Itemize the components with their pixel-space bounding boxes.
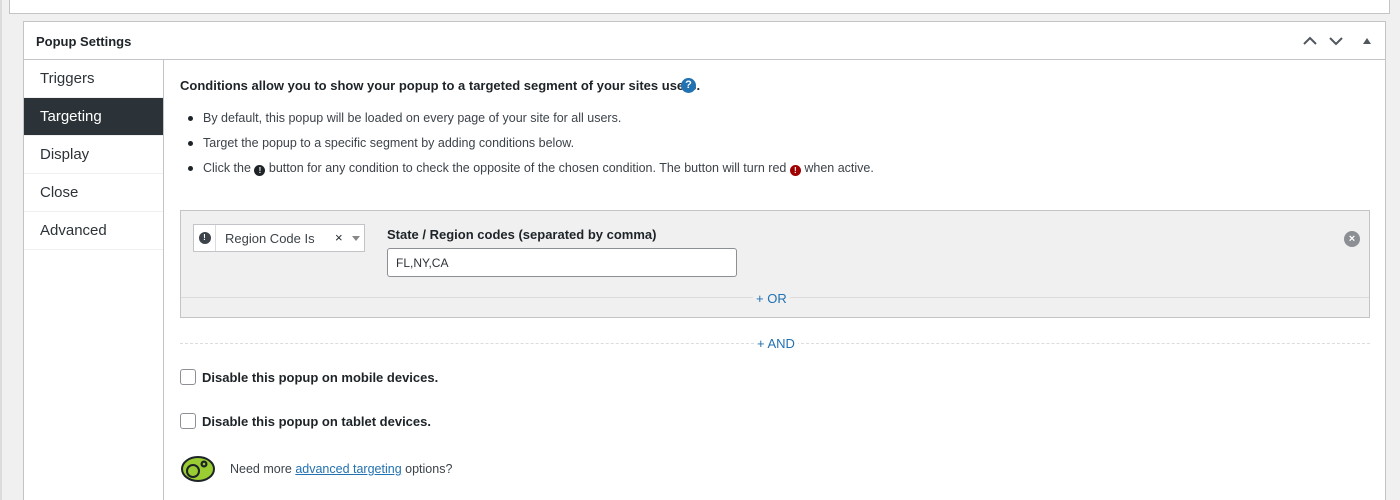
disable-tablet-option[interactable]: Disable this popup on tablet devices. <box>180 413 431 429</box>
upsell-text: Need more advanced targeting options? <box>230 462 453 476</box>
tab-close[interactable]: Close <box>24 174 163 212</box>
disable-mobile-label: Disable this popup on mobile devices. <box>202 369 439 385</box>
move-down-button[interactable] <box>1326 31 1346 51</box>
tab-targeting[interactable]: Targeting <box>24 98 163 136</box>
condition-select[interactable]: ! Region Code Is × <box>193 224 365 252</box>
disable-mobile-option[interactable]: Disable this popup on mobile devices. <box>180 369 438 385</box>
disable-mobile-checkbox[interactable] <box>180 369 196 385</box>
region-codes-label: State / Region codes (separated by comma… <box>387 227 657 242</box>
popup-settings-panel: Popup Settings Triggers Targeting Displa… <box>23 21 1386 500</box>
panel-title: Popup Settings <box>36 34 132 49</box>
condition-group: ! Region Code Is × State / Region codes … <box>180 210 1370 318</box>
chevron-down-icon <box>1329 37 1343 46</box>
add-or-condition-link[interactable]: + OR <box>753 291 790 306</box>
region-codes-input[interactable] <box>387 248 737 277</box>
add-and-condition-link[interactable]: + AND <box>754 336 798 351</box>
previous-metabox <box>9 0 1390 14</box>
list-item: Target the popup to a specific segment b… <box>188 135 874 160</box>
move-up-button[interactable] <box>1300 31 1320 51</box>
not-operand-icon: ! <box>254 165 266 176</box>
gear-bot-logo-icon <box>181 456 215 482</box>
targeting-instructions: By default, this popup will be loaded on… <box>188 110 874 185</box>
question-circle-icon[interactable]: ? <box>681 78 696 93</box>
list-item: By default, this popup will be loaded on… <box>188 110 874 135</box>
tab-display[interactable]: Display <box>24 136 163 174</box>
not-operand-toggle[interactable]: ! <box>194 225 216 251</box>
condition-selected-value: Region Code Is <box>225 231 315 246</box>
disable-tablet-label: Disable this popup on tablet devices. <box>202 413 431 429</box>
toggle-panel-button[interactable] <box>1357 31 1377 51</box>
caret-down-icon[interactable] <box>352 236 360 241</box>
remove-condition-icon[interactable]: × <box>1344 231 1360 247</box>
not-operand-active-icon: ! <box>789 165 801 176</box>
upsell-row: Need more advanced targeting options? <box>180 454 452 484</box>
collapse-triangle-icon <box>1363 38 1371 44</box>
advanced-targeting-link[interactable]: advanced targeting <box>295 462 401 476</box>
exclamation-icon: ! <box>198 232 211 244</box>
tab-triggers[interactable]: Triggers <box>24 60 163 98</box>
list-item: Click the ! button for any condition to … <box>188 160 874 185</box>
chevron-up-icon <box>1303 36 1317 45</box>
clear-selection-icon[interactable]: × <box>335 230 343 245</box>
panel-header: Popup Settings <box>24 22 1385 60</box>
disable-tablet-checkbox[interactable] <box>180 413 196 429</box>
targeting-intro: Conditions allow you to show your popup … <box>180 78 701 93</box>
settings-tabs: Triggers Targeting Display Close Advance… <box>24 60 164 500</box>
tab-advanced[interactable]: Advanced <box>24 212 163 250</box>
page-left-edge <box>0 0 2 500</box>
